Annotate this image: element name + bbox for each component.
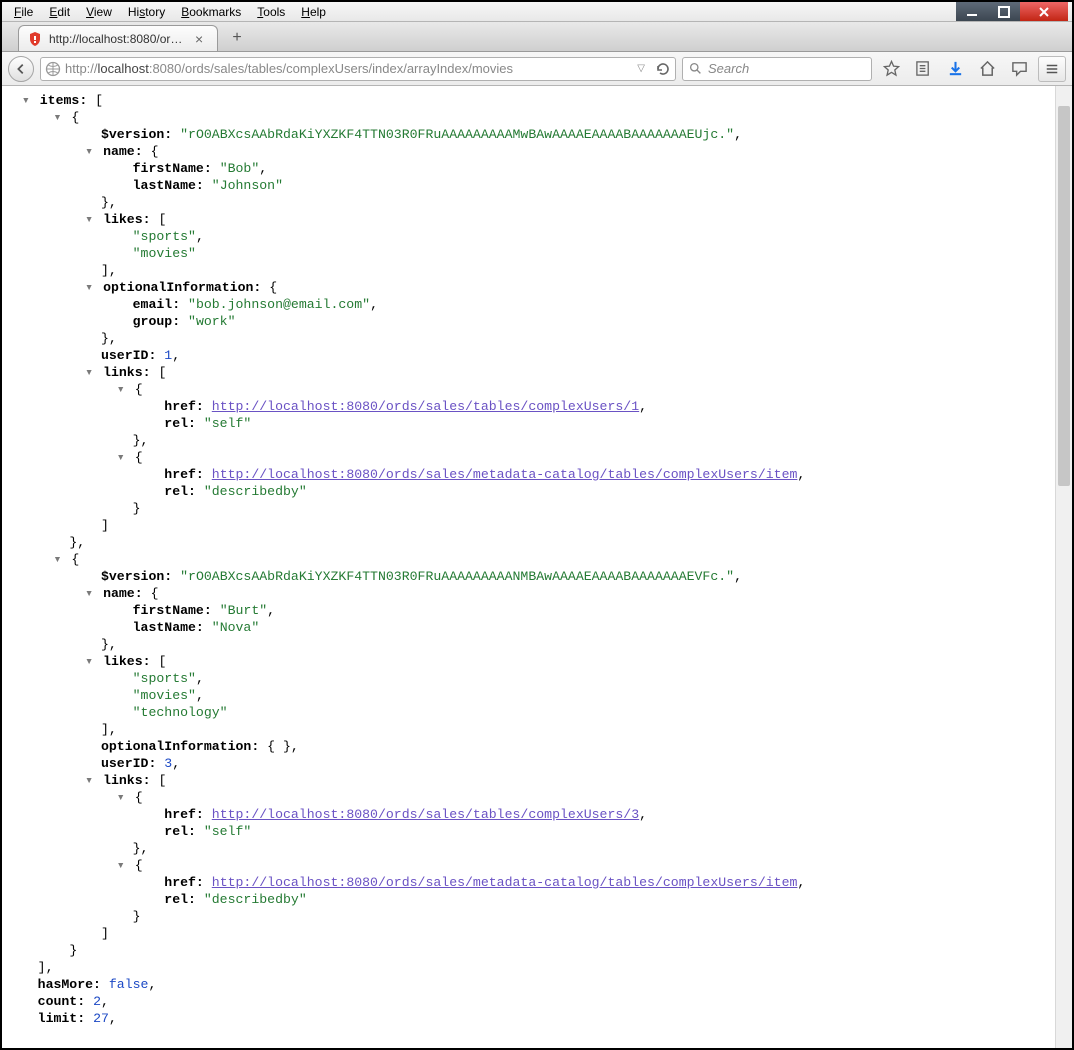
- favicon-icon: [27, 31, 43, 47]
- vertical-scrollbar[interactable]: [1055, 86, 1072, 1048]
- url-text: http://localhost:8080/ords/sales/tables/…: [65, 61, 633, 76]
- menu-edit[interactable]: Edit: [41, 3, 78, 21]
- browser-window: File Edit View History Bookmarks Tools H…: [2, 2, 1072, 1048]
- json-link[interactable]: http://localhost:8080/ords/sales/tables/…: [212, 399, 639, 414]
- globe-icon: [45, 61, 61, 77]
- window-minimize-button[interactable]: [956, 2, 988, 21]
- hamburger-menu-button[interactable]: [1038, 56, 1066, 82]
- new-tab-button[interactable]: +: [226, 27, 248, 49]
- menu-tools[interactable]: Tools: [249, 3, 293, 21]
- json-link[interactable]: http://localhost:8080/ords/sales/metadat…: [212, 875, 798, 890]
- scrollbar-thumb[interactable]: [1058, 106, 1070, 486]
- search-bar[interactable]: Search: [682, 57, 872, 81]
- url-dropdown-icon[interactable]: ▽: [637, 63, 645, 74]
- chat-icon[interactable]: [1006, 56, 1032, 82]
- search-placeholder: Search: [708, 61, 749, 76]
- menu-view[interactable]: View: [78, 3, 120, 21]
- toolbar: http://localhost:8080/ords/sales/tables/…: [2, 52, 1072, 86]
- reader-list-icon[interactable]: [910, 56, 936, 82]
- menu-history[interactable]: History: [120, 3, 173, 21]
- window-close-button[interactable]: [1020, 2, 1068, 21]
- json-viewer[interactable]: ▾ items: [ ▾ { $version: "rO0ABXcsAAbRda…: [2, 86, 1072, 1033]
- menu-bar: File Edit View History Bookmarks Tools H…: [2, 2, 1072, 22]
- browser-tab[interactable]: http://localhost:8080/ords/... ×: [18, 25, 218, 51]
- reload-icon[interactable]: [655, 61, 671, 77]
- menu-help[interactable]: Help: [293, 3, 334, 21]
- tab-title: http://localhost:8080/ords/...: [49, 32, 189, 46]
- bookmark-star-icon[interactable]: [878, 56, 904, 82]
- menu-bookmarks[interactable]: Bookmarks: [173, 3, 249, 21]
- json-link[interactable]: http://localhost:8080/ords/sales/metadat…: [212, 467, 798, 482]
- home-icon[interactable]: [974, 56, 1000, 82]
- menu-file[interactable]: File: [6, 3, 41, 21]
- page-content: ▾ items: [ ▾ { $version: "rO0ABXcsAAbRda…: [2, 86, 1072, 1048]
- back-button[interactable]: [8, 56, 34, 82]
- downloads-icon[interactable]: [942, 56, 968, 82]
- url-bar[interactable]: http://localhost:8080/ords/sales/tables/…: [40, 57, 676, 81]
- json-link[interactable]: http://localhost:8080/ords/sales/tables/…: [212, 807, 639, 822]
- tab-strip: http://localhost:8080/ords/... × +: [2, 22, 1072, 52]
- search-icon: [689, 62, 702, 75]
- tab-close-icon[interactable]: ×: [195, 31, 203, 47]
- window-maximize-button[interactable]: [988, 2, 1020, 21]
